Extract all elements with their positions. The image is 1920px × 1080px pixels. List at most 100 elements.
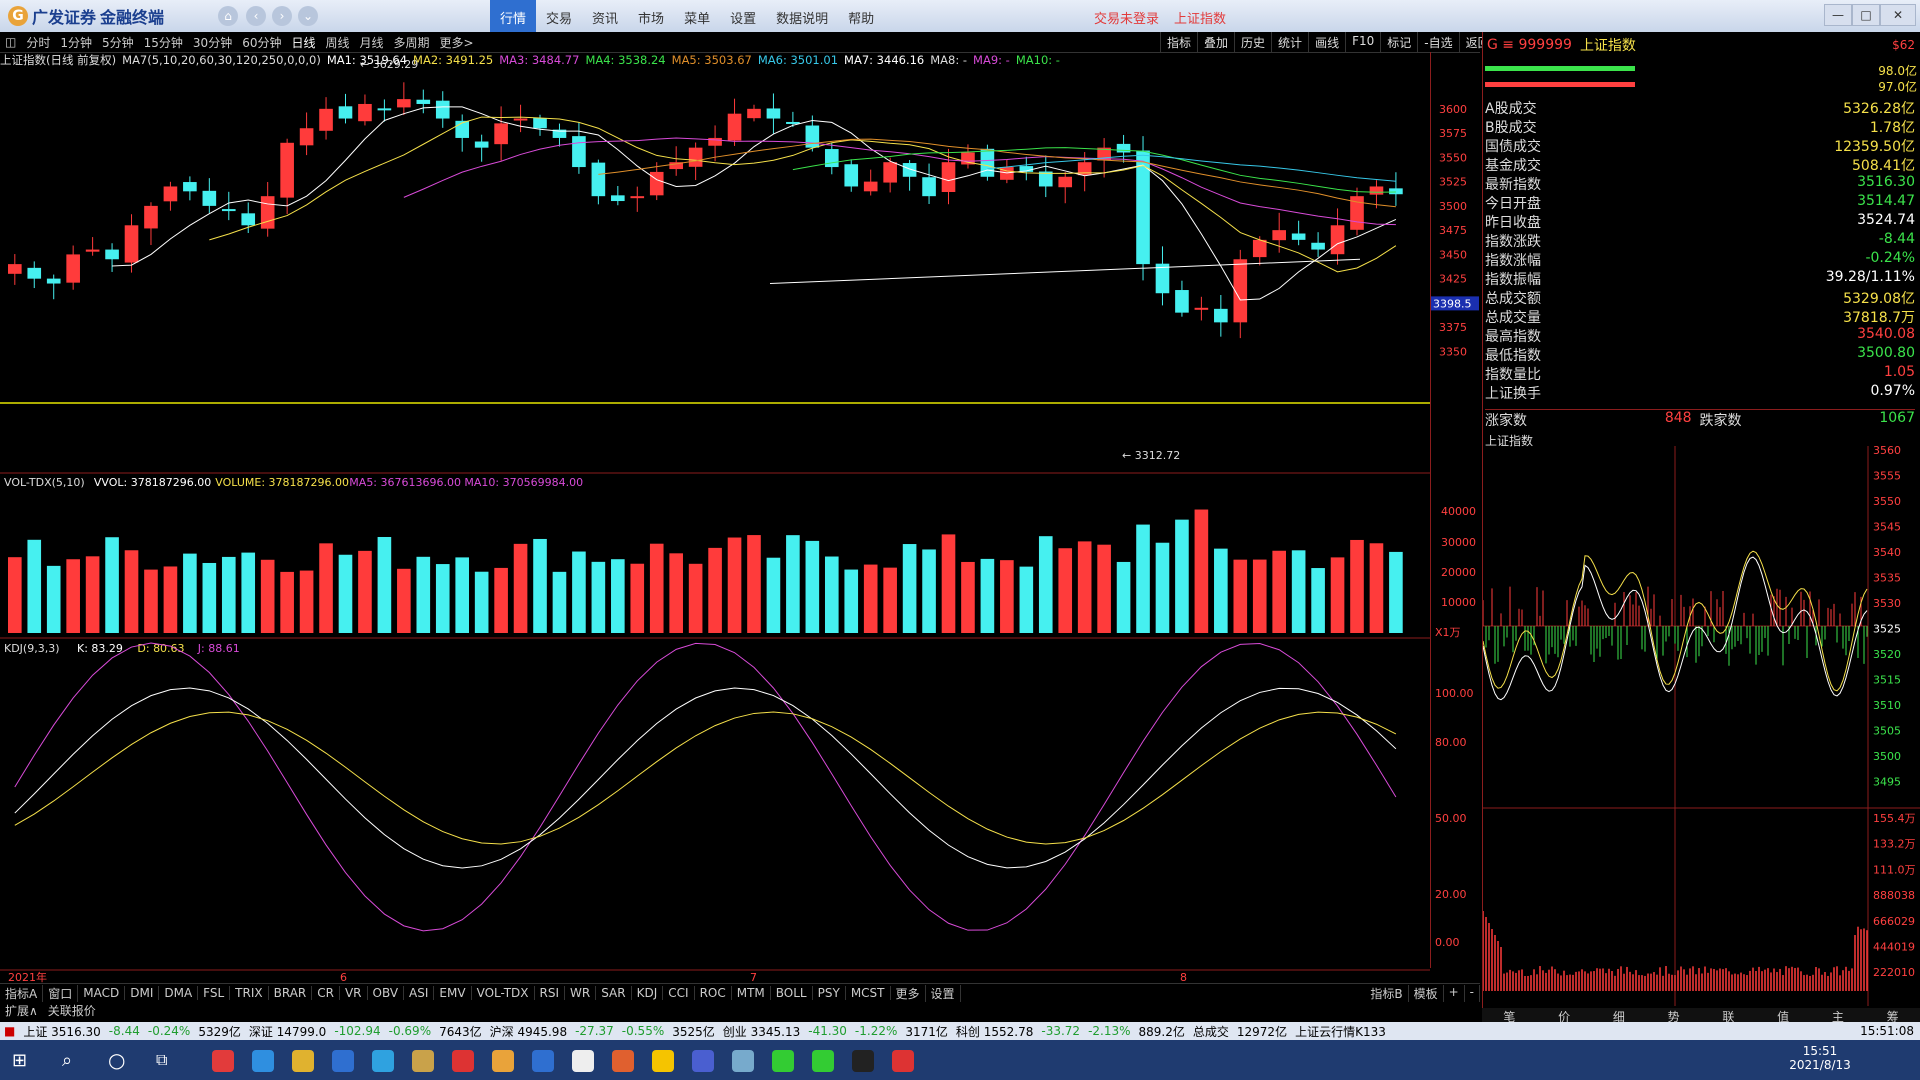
taskbar-app-icon[interactable] <box>452 1050 474 1072</box>
indicator-right-button[interactable]: + <box>1444 984 1465 1002</box>
indicator-button[interactable]: EMV <box>434 986 472 1000</box>
chevron-down-icon[interactable]: ⌄ <box>298 6 318 26</box>
tool-button[interactable]: 画线 <box>1308 32 1345 52</box>
minimize-button[interactable]: — <box>1824 4 1852 26</box>
quote-tab[interactable]: 细 <box>1592 1008 1647 1024</box>
indicator-button[interactable]: 设置 <box>926 984 961 1002</box>
taskbar-app-icon[interactable] <box>532 1050 554 1072</box>
indicator-button[interactable]: DMI <box>125 986 160 1000</box>
menu-item[interactable]: 交易 <box>536 0 582 32</box>
taskbar-app-icon[interactable] <box>732 1050 754 1072</box>
period-button[interactable]: 更多> <box>435 34 479 51</box>
taskbar-app-icon[interactable] <box>572 1050 594 1072</box>
period-button[interactable]: 月线 <box>355 34 389 51</box>
close-button[interactable]: ✕ <box>1880 4 1916 26</box>
period-button[interactable]: 分时 <box>21 34 55 51</box>
period-button[interactable]: 15分钟 <box>139 34 188 51</box>
forward-icon[interactable]: › <box>272 6 292 26</box>
back-icon[interactable]: ‹ <box>246 6 266 26</box>
quote-tab[interactable]: 势 <box>1646 1008 1701 1024</box>
period-button[interactable]: 1分钟 <box>55 34 97 51</box>
menu-item[interactable]: 菜单 <box>674 0 720 32</box>
taskbar-app-icon[interactable] <box>372 1050 394 1072</box>
task-view-icon[interactable]: ⧉ <box>156 1050 167 1070</box>
panel-toggle-icon[interactable]: ◫ <box>0 35 21 49</box>
tool-button[interactable]: 标记 <box>1380 32 1417 52</box>
taskbar-app-icon[interactable] <box>852 1050 874 1072</box>
taskbar-app-icon[interactable] <box>812 1050 834 1072</box>
taskbar-app-icon[interactable] <box>492 1050 514 1072</box>
indicator-button[interactable]: ASI <box>404 986 435 1000</box>
indicator-button[interactable]: 更多 <box>891 984 926 1002</box>
indicator-button[interactable]: ROC <box>695 986 732 1000</box>
indicator-right-button[interactable]: - <box>1465 984 1480 1002</box>
tool-button[interactable]: 历史 <box>1234 32 1271 52</box>
indicator-button[interactable]: FSL <box>198 986 231 1000</box>
taskbar-app-icon[interactable] <box>332 1050 354 1072</box>
menu-item[interactable]: 数据说明 <box>766 0 838 32</box>
search-icon[interactable]: ⌕ <box>62 1050 72 1071</box>
indicator-button[interactable]: PSY <box>813 986 846 1000</box>
windows-start-icon[interactable]: ⊞ <box>12 1050 34 1072</box>
tool-button[interactable]: 指标 <box>1160 32 1197 52</box>
quote-tab[interactable]: 值 <box>1756 1008 1811 1024</box>
period-button[interactable]: 日线 <box>286 34 320 51</box>
indicator-button[interactable]: RSI <box>535 986 566 1000</box>
indicator-button[interactable]: BRAR <box>269 986 313 1000</box>
taskbar-app-icon[interactable] <box>412 1050 434 1072</box>
period-button[interactable]: 多周期 <box>389 34 435 51</box>
home-icon[interactable]: ⌂ <box>218 6 238 26</box>
indicator-button[interactable]: MCST <box>846 986 891 1000</box>
menu-item[interactable]: 市场 <box>628 0 674 32</box>
indicator-button[interactable]: WR <box>565 986 597 1000</box>
quote-tab[interactable]: 筹 <box>1865 1008 1920 1024</box>
extension-button[interactable]: 扩展∧ <box>0 1002 43 1019</box>
taskbar-app-icon[interactable] <box>612 1050 634 1072</box>
taskbar-app-icon[interactable] <box>772 1050 794 1072</box>
login-status[interactable]: 交易未登录 <box>1094 8 1159 27</box>
quote-tab[interactable]: 联 <box>1701 1008 1756 1024</box>
indicator-button[interactable]: MTM <box>732 986 771 1000</box>
period-button[interactable]: 周线 <box>321 34 355 51</box>
indicator-button[interactable]: CCI <box>663 986 695 1000</box>
taskbar-app-icon[interactable] <box>652 1050 674 1072</box>
indicator-button[interactable]: TRIX <box>230 986 269 1000</box>
system-clock[interactable]: 15:51 2021/8/13 <box>1780 1044 1860 1072</box>
indicator-button[interactable]: SAR <box>596 986 632 1000</box>
indicator-button[interactable]: DMA <box>159 986 199 1000</box>
taskbar-app-icon[interactable] <box>692 1050 714 1072</box>
period-button[interactable]: 30分钟 <box>188 34 237 51</box>
indicator-button[interactable]: OBV <box>368 986 405 1000</box>
indicator-right-button[interactable]: 指标B <box>1365 984 1409 1002</box>
quote-tab[interactable]: 主 <box>1811 1008 1866 1024</box>
extension-button[interactable]: 关联报价 <box>43 1002 101 1019</box>
quote-tab[interactable]: 笔 <box>1482 1008 1537 1024</box>
period-button[interactable]: 5分钟 <box>97 34 139 51</box>
menu-item[interactable]: 行情 <box>490 0 537 32</box>
indicator-button[interactable]: KDJ <box>632 986 664 1000</box>
taskbar-app-icon[interactable] <box>252 1050 274 1072</box>
indicator-button[interactable]: 指标A <box>0 984 44 1002</box>
indicator-button[interactable]: 窗口 <box>43 984 79 1002</box>
tool-button[interactable]: 叠加 <box>1197 32 1234 52</box>
period-button[interactable]: 60分钟 <box>237 34 286 51</box>
tool-button[interactable]: -自选 <box>1417 32 1458 52</box>
indicator-button[interactable]: BOLL <box>771 986 813 1000</box>
intraday-chart[interactable]: 3560 3555 3550 3545 3540 3535 3530 3525 3520 3515… <box>1483 446 1920 1006</box>
indicator-button[interactable]: CR <box>312 986 340 1000</box>
menu-item[interactable]: 帮助 <box>838 0 884 32</box>
indicator-button[interactable]: VOL-TDX <box>472 986 535 1000</box>
taskbar-app-icon[interactable] <box>292 1050 314 1072</box>
tool-button[interactable]: F10 <box>1345 32 1380 52</box>
kline-chart[interactable]: ← 3629.29← 3312.72VOL-TDX(5,10) VVOL: 378… <box>0 52 1430 984</box>
quote-tab[interactable]: 价 <box>1537 1008 1592 1024</box>
maximize-button[interactable]: □ <box>1852 4 1880 26</box>
menu-item[interactable]: 资讯 <box>582 0 628 32</box>
taskbar-app-icon[interactable] <box>892 1050 914 1072</box>
tool-button[interactable]: 统计 <box>1271 32 1308 52</box>
indicator-button[interactable]: VR <box>340 986 368 1000</box>
cortana-icon[interactable]: ○ <box>108 1048 125 1072</box>
taskbar-app-icon[interactable] <box>212 1050 234 1072</box>
menu-item[interactable]: 设置 <box>720 0 766 32</box>
indicator-right-button[interactable]: 模板 <box>1409 984 1444 1002</box>
